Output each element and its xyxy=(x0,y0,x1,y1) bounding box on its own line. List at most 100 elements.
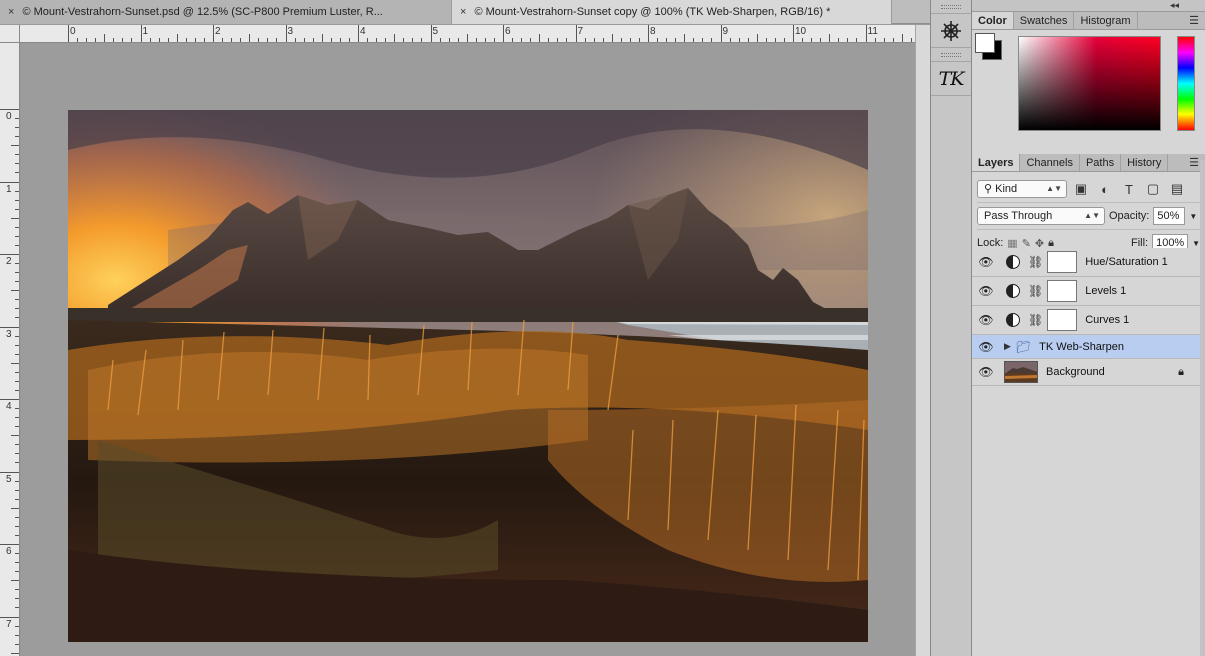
tab-color[interactable]: Color xyxy=(972,12,1014,29)
ruler-tick xyxy=(15,453,19,455)
ruler-tick xyxy=(11,362,19,364)
color-spectrum-field[interactable] xyxy=(1018,36,1161,131)
hue-slider[interactable] xyxy=(1177,36,1195,131)
chain-link-icon[interactable]: ⛓︎ xyxy=(1028,284,1043,298)
document-tab-web[interactable]: × © Mount-Vestrahorn-Sunset copy @ 100% … xyxy=(452,0,892,24)
compass-wheel-icon[interactable] xyxy=(931,14,971,48)
filter-kind-select[interactable]: ⚲ Kind ▲▼ xyxy=(977,180,1067,198)
ruler-tick xyxy=(176,34,178,42)
layer-row[interactable]: 👁︎ ⛓︎ Levels 1 xyxy=(972,277,1200,306)
adjustment-layer-filter-icon[interactable]: ◐ xyxy=(1095,180,1115,198)
expand-arrow-icon[interactable]: ▶ xyxy=(1004,341,1011,352)
ruler-tick xyxy=(15,634,19,636)
pixel-layer-filter-icon[interactable]: ▣ xyxy=(1071,180,1091,198)
ruler-tick xyxy=(457,38,459,42)
ruler-tick xyxy=(593,38,595,42)
chain-link-icon[interactable]: ⛓︎ xyxy=(1028,313,1043,327)
layer-row[interactable]: 👁︎ ⛓︎ Hue/Saturation 1 xyxy=(972,248,1200,277)
ruler-tick xyxy=(11,290,19,292)
ruler-tick xyxy=(15,625,19,627)
type-layer-filter-icon[interactable]: T xyxy=(1119,180,1139,198)
ruler-label: 0 xyxy=(70,26,76,37)
ruler-tick xyxy=(385,38,387,42)
tab-history[interactable]: History xyxy=(1121,154,1169,171)
chevron-down-icon[interactable]: ▼ xyxy=(1189,212,1197,221)
document-tab-print[interactable]: × © Mount-Vestrahorn-Sunset.psd @ 12.5% … xyxy=(0,0,452,24)
ruler-tick xyxy=(348,38,350,42)
ruler-tick xyxy=(68,25,69,42)
ruler-tick xyxy=(15,444,19,446)
ruler-tick xyxy=(15,344,19,346)
ruler-tick xyxy=(611,34,613,42)
ruler-tick xyxy=(711,38,713,42)
smart-object-filter-icon[interactable]: ▤ xyxy=(1167,180,1187,198)
ruler-tick xyxy=(131,38,133,42)
chain-link-icon[interactable]: ⛓︎ xyxy=(1028,255,1043,269)
tk-panel-button[interactable]: TK xyxy=(931,62,971,96)
filter-kind-value: Kind xyxy=(995,183,1018,195)
strip-grip[interactable] xyxy=(931,0,971,14)
layer-thumbnail[interactable] xyxy=(1004,361,1038,383)
ruler-label: 1 xyxy=(142,26,149,37)
collapse-panels-button[interactable]: ◂◂ xyxy=(972,0,1205,12)
strip-grip[interactable] xyxy=(931,48,971,62)
background-layer-row[interactable]: 👁︎ Background 🔒︎ xyxy=(972,359,1200,386)
eye-icon[interactable]: 👁︎ xyxy=(972,313,1000,327)
layer-mask-thumbnail[interactable] xyxy=(1047,251,1078,273)
ruler-tick xyxy=(702,38,704,42)
ruler-tick xyxy=(11,652,19,654)
ruler-origin[interactable] xyxy=(0,25,20,43)
ruler-tick xyxy=(15,389,19,391)
ruler-tick xyxy=(15,462,19,464)
ruler-tick xyxy=(675,38,677,42)
tab-histogram[interactable]: Histogram xyxy=(1074,12,1138,29)
layer-mask-thumbnail[interactable] xyxy=(1047,309,1078,331)
ruler-tick xyxy=(367,38,369,42)
ruler-tick xyxy=(258,38,260,42)
layer-mask-thumbnail[interactable] xyxy=(1047,280,1078,302)
eye-icon[interactable]: 👁︎ xyxy=(972,365,1000,379)
vertical-ruler[interactable]: 0 1 2 3 4 5 6 7 xyxy=(0,43,20,656)
ruler-tick xyxy=(294,38,296,42)
shape-layer-filter-icon[interactable]: ▢ xyxy=(1143,180,1163,198)
panel-menu-icon[interactable]: ☰ xyxy=(1189,156,1199,169)
canvas-scrollbar[interactable] xyxy=(915,25,930,656)
layer-row[interactable]: 👁︎ ⛓︎ Curves 1 xyxy=(972,306,1200,335)
ruler-tick xyxy=(774,38,776,42)
tab-channels[interactable]: Channels xyxy=(1020,154,1080,171)
ruler-tick xyxy=(856,38,858,42)
horizontal-ruler[interactable]: 0 1 2 3 4 5 6 7 8 9 10 11 xyxy=(20,25,915,43)
ruler-tick xyxy=(15,272,19,274)
eye-icon[interactable]: 👁︎ xyxy=(972,284,1000,298)
ruler-tick xyxy=(267,38,269,42)
ruler-tick xyxy=(503,25,504,42)
tab-paths[interactable]: Paths xyxy=(1080,154,1122,171)
ruler-label: 2 xyxy=(6,256,12,267)
tab-swatches[interactable]: Swatches xyxy=(1014,12,1075,29)
layer-name: Hue/Saturation 1 xyxy=(1085,256,1168,268)
document-image[interactable] xyxy=(68,110,868,642)
panel-menu-icon[interactable]: ☰ xyxy=(1189,14,1199,27)
eye-icon[interactable]: 👁︎ xyxy=(972,255,1000,269)
ruler-tick xyxy=(0,254,19,255)
ruler-tick xyxy=(466,34,468,42)
panel-scrollbar[interactable] xyxy=(1200,160,1205,656)
close-tab-icon[interactable]: × xyxy=(460,6,466,18)
ruler-tick xyxy=(820,38,822,42)
ruler-tick xyxy=(15,589,19,591)
canvas-area[interactable] xyxy=(21,44,915,656)
foreground-color-swatch[interactable] xyxy=(975,33,995,53)
opacity-field[interactable]: 50% xyxy=(1153,207,1186,225)
ruler-tick xyxy=(0,109,19,110)
ruler-tick xyxy=(113,38,115,42)
layer-group-row[interactable]: 👁︎ ▶ 📁︎ TK Web-Sharpen xyxy=(972,335,1200,359)
ruler-tick xyxy=(15,489,19,491)
ruler-tick xyxy=(376,38,378,42)
close-tab-icon[interactable]: × xyxy=(8,6,14,18)
ruler-label: 1 xyxy=(6,183,12,195)
ruler-tick xyxy=(203,38,205,42)
tab-layers[interactable]: Layers xyxy=(972,154,1021,171)
eye-icon[interactable]: 👁︎ xyxy=(972,340,1000,354)
blend-mode-select[interactable]: Pass Through ▲▼ xyxy=(977,207,1105,225)
chevron-down-icon[interactable]: ▼ xyxy=(1192,239,1200,248)
